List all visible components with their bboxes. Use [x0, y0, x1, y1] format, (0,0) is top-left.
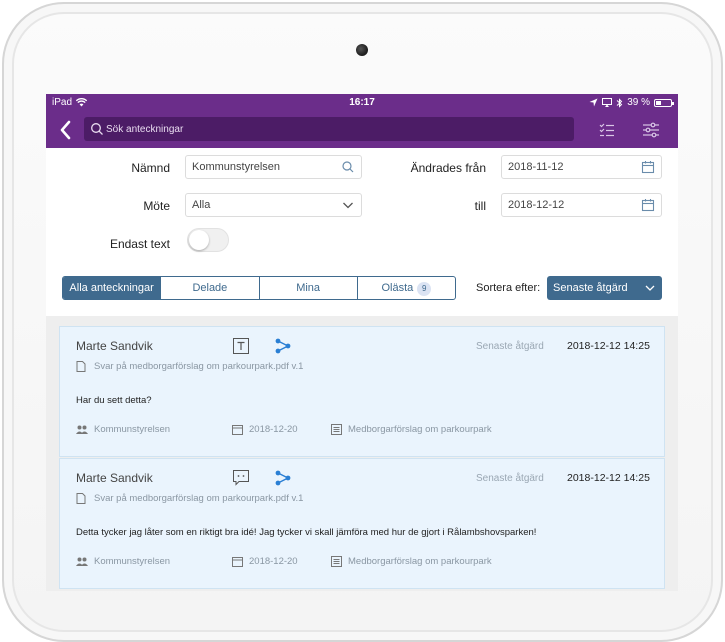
note-agenda-item-name: Medborgarförslag om parkourpark — [348, 424, 492, 435]
segment-label: Mina — [296, 282, 321, 294]
nav-bar — [46, 112, 678, 148]
app-screen: iPad 16:17 39 % Nämnd — [46, 94, 678, 591]
filter-panel: Nämnd Kommunstyrelsen Ändrades från 2018… — [46, 148, 678, 316]
segment-shared[interactable]: Delade — [160, 277, 258, 299]
note-agenda-item: Medborgarförslag om parkourpark — [331, 556, 492, 567]
sort-select[interactable]: Senaste åtgärd — [547, 276, 662, 300]
note-text: Detta tycker jag låter som en riktigt br… — [76, 527, 537, 538]
search-icon — [342, 161, 354, 173]
airplay-icon — [602, 98, 613, 107]
note-date: 2018-12-12 14:25 — [567, 340, 650, 352]
note-meeting-date-value: 2018-12-20 — [249, 556, 298, 567]
note-sort-label: Senaste åtgärd — [476, 341, 544, 352]
segment-label: Delade — [192, 282, 228, 294]
meeting-value: Alla — [192, 199, 211, 211]
unread-count-badge: 9 — [417, 282, 432, 296]
note-meeting-date-value: 2018-12-20 — [249, 424, 298, 435]
share-icon[interactable] — [274, 469, 292, 487]
group-icon — [76, 425, 88, 434]
location-icon — [589, 98, 598, 107]
segment-all-notes[interactable]: Alla anteckningar — [63, 277, 161, 299]
board-value: Kommunstyrelsen — [192, 161, 281, 173]
notes-list: Marte Sandvik Senaste åtgärd 2018-12-12 … — [46, 316, 678, 591]
text-note-icon — [233, 338, 249, 354]
board-label: Nämnd — [131, 161, 170, 175]
camera — [356, 44, 368, 56]
changed-from-field[interactable]: 2018-11-12 — [501, 155, 662, 179]
chevron-down-icon — [645, 285, 655, 291]
group-icon — [76, 557, 88, 566]
share-icon[interactable] — [274, 337, 292, 355]
battery-percent: 39 % — [627, 97, 650, 108]
board-field[interactable]: Kommunstyrelsen — [185, 155, 362, 179]
segment-unread[interactable]: Olästa 9 — [356, 277, 455, 299]
segment-mine[interactable]: Mina — [258, 277, 357, 299]
note-agenda-item: Medborgarförslag om parkourpark — [331, 424, 492, 435]
calendar-icon — [232, 425, 243, 435]
note-author: Marte Sandvik — [76, 471, 153, 485]
meeting-label: Möte — [143, 199, 170, 213]
chevron-down-icon — [343, 202, 353, 209]
sort-value: Senaste åtgärd — [553, 282, 628, 294]
note-author: Marte Sandvik — [76, 339, 153, 353]
filter-sliders-icon[interactable] — [642, 121, 660, 139]
checklist-icon[interactable] — [598, 121, 616, 139]
search-bar[interactable] — [84, 117, 574, 141]
segment-label: Alla anteckningar — [69, 282, 154, 294]
note-group: Kommunstyrelsen — [76, 556, 170, 567]
to-value: 2018-12-12 — [508, 199, 565, 211]
changed-from-value: 2018-11-12 — [508, 161, 564, 173]
clock: 16:17 — [349, 97, 375, 108]
calendar-icon — [641, 161, 655, 174]
segment-label: Olästa — [381, 282, 414, 294]
note-meeting-date: 2018-12-20 — [232, 556, 298, 567]
comment-note-icon — [233, 470, 249, 486]
note-document[interactable]: Svar på medborgarförslag om parkourpark.… — [76, 361, 303, 372]
note-document-name: Svar på medborgarförslag om parkourpark.… — [94, 361, 304, 372]
note-group-name: Kommunstyrelsen — [94, 424, 171, 435]
calendar-icon — [641, 199, 655, 212]
search-input[interactable] — [106, 117, 566, 141]
calendar-icon — [232, 557, 243, 567]
document-icon — [76, 493, 86, 504]
note-date: 2018-12-12 14:25 — [567, 472, 650, 484]
back-chevron-icon[interactable] — [56, 118, 76, 142]
to-label: till — [474, 199, 486, 213]
note-group-name: Kommunstyrelsen — [94, 556, 171, 567]
text-only-toggle[interactable] — [187, 228, 229, 252]
note-group: Kommunstyrelsen — [76, 424, 170, 435]
battery-icon — [654, 98, 674, 107]
note-card[interactable]: Marte Sandvik Senaste åtgärd 2018-12-12 … — [59, 458, 665, 589]
note-agenda-item-name: Medborgarförslag om parkourpark — [348, 556, 492, 567]
agenda-icon — [331, 424, 342, 435]
note-document[interactable]: Svar på medborgarförslag om parkourpark.… — [76, 493, 303, 504]
meeting-select[interactable]: Alla — [185, 193, 362, 217]
note-document-name: Svar på medborgarförslag om parkourpark.… — [94, 493, 304, 504]
note-card[interactable]: Marte Sandvik Senaste åtgärd 2018-12-12 … — [59, 326, 665, 457]
note-text: Har du sett detta? — [76, 395, 152, 406]
changed-from-label: Ändrades från — [410, 161, 486, 175]
to-field[interactable]: 2018-12-12 — [501, 193, 662, 217]
note-sort-label: Senaste åtgärd — [476, 473, 544, 484]
sort-label: Sortera efter: — [476, 282, 541, 294]
toggle-knob — [189, 230, 209, 250]
note-meeting-date: 2018-12-20 — [232, 424, 298, 435]
text-only-label: Endast text — [109, 237, 170, 251]
bluetooth-icon — [616, 97, 623, 108]
document-icon — [76, 361, 86, 372]
search-icon — [91, 123, 103, 135]
agenda-icon — [331, 556, 342, 567]
note-filter-segments: Alla anteckningar Delade Mina Olästa 9 — [62, 276, 456, 300]
status-bar: iPad 16:17 39 % — [46, 94, 678, 112]
